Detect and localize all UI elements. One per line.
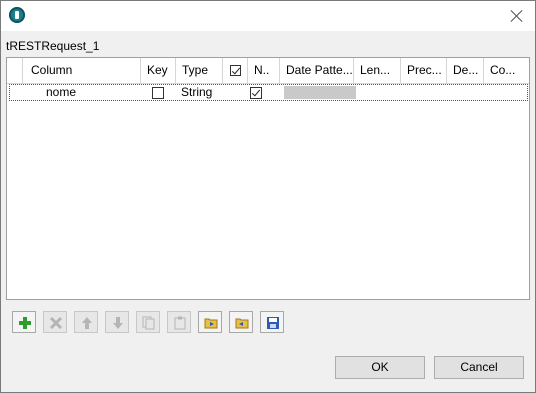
floppy-icon [267, 317, 279, 329]
cell-type[interactable]: String [181, 85, 226, 100]
column-header-precision[interactable]: Prec... [401, 58, 447, 83]
key-checkbox[interactable] [152, 87, 164, 99]
copy-button[interactable] [136, 311, 160, 333]
cancel-button[interactable]: Cancel [434, 356, 524, 379]
column-header-key[interactable]: Key [141, 58, 176, 83]
column-header-length[interactable]: Len... [354, 58, 401, 83]
plus-icon [19, 317, 31, 329]
row-header-corner [7, 58, 23, 83]
move-up-button[interactable] [74, 311, 98, 333]
column-header-type[interactable]: Type [176, 58, 223, 83]
add-button[interactable] [12, 311, 36, 333]
column-header-nullable[interactable]: N.. [248, 58, 280, 83]
schema-table: Column Key Type N.. Date Patte... Len...… [6, 57, 530, 300]
cell-nullable[interactable] [248, 85, 280, 100]
title-bar [1, 1, 535, 31]
cell-precision[interactable] [403, 85, 449, 100]
cell-comment[interactable] [486, 85, 529, 100]
header-checkbox[interactable] [230, 65, 241, 76]
paste-icon [174, 316, 186, 330]
x-icon [49, 316, 63, 330]
export-button[interactable] [229, 311, 253, 333]
cell-column-name[interactable]: nome [46, 85, 142, 100]
close-icon[interactable] [507, 6, 527, 26]
cell-date-pattern[interactable] [284, 86, 356, 99]
arrow-up-icon [82, 317, 92, 329]
arrow-down-icon [113, 317, 123, 329]
column-header-comment[interactable]: Co... [484, 58, 529, 83]
ok-button[interactable]: OK [335, 356, 425, 379]
table-row[interactable]: nome String [9, 84, 528, 101]
cell-key[interactable] [141, 85, 176, 100]
save-button[interactable] [260, 311, 284, 333]
app-logo-icon [9, 7, 25, 23]
column-header-date-pattern[interactable]: Date Patte... [280, 58, 354, 83]
copy-icon [142, 316, 155, 330]
folder-export-icon [235, 318, 249, 329]
column-header-default[interactable]: De... [447, 58, 484, 83]
move-down-button[interactable] [105, 311, 129, 333]
column-header-nullable-checkbox[interactable] [223, 58, 248, 83]
nullable-checkbox[interactable] [250, 87, 262, 99]
paste-button[interactable] [167, 311, 191, 333]
import-button[interactable] [198, 311, 222, 333]
column-header-column[interactable]: Column [23, 58, 141, 83]
cell-default[interactable] [449, 85, 486, 100]
folder-import-icon [204, 318, 218, 329]
table-header: Column Key Type N.. Date Patte... Len...… [7, 58, 529, 84]
cell-length[interactable] [356, 85, 403, 100]
remove-button[interactable] [43, 311, 67, 333]
component-name-label: tRESTRequest_1 [6, 39, 100, 53]
schema-dialog: tRESTRequest_1 Column Key Type N.. Date … [0, 0, 536, 393]
